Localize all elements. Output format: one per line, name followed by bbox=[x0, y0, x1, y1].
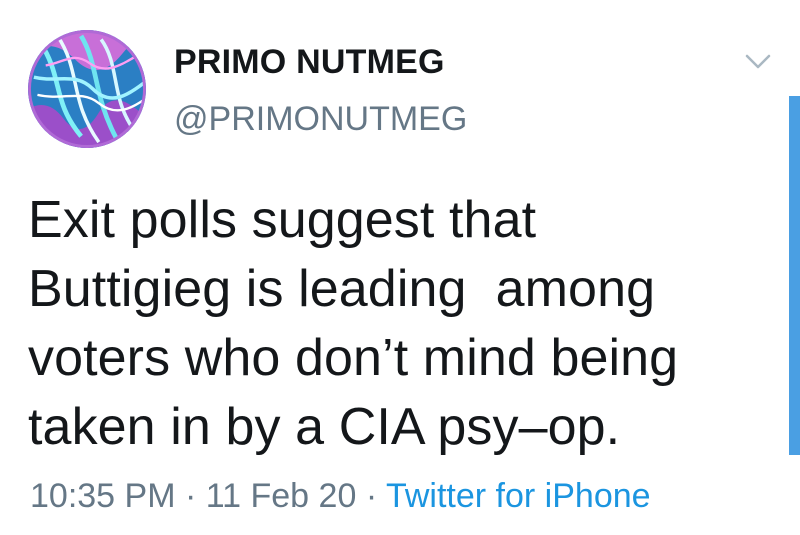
display-name[interactable]: PRIMO NUTMEG bbox=[174, 43, 445, 82]
meta-separator: · bbox=[365, 477, 378, 515]
scrollbar[interactable] bbox=[789, 96, 800, 455]
tweet-source-link[interactable]: Twitter for iPhone bbox=[386, 477, 651, 515]
tweet-text: Exit polls suggest that Buttigieg is lea… bbox=[28, 191, 679, 456]
user-handle[interactable]: @PRIMONUTMEG bbox=[174, 100, 467, 139]
tweet-card: PRIMO NUTMEG @PRIMONUTMEG Exit polls sug… bbox=[0, 0, 800, 535]
tweet-date[interactable]: 11 Feb 20 bbox=[206, 477, 357, 515]
avatar-image bbox=[28, 30, 146, 148]
avatar[interactable] bbox=[28, 30, 146, 148]
tweet-meta: 10:35 PM · 11 Feb 20 · Twitter for iPhon… bbox=[30, 477, 651, 516]
chevron-down-icon[interactable] bbox=[744, 50, 772, 72]
tweet-time[interactable]: 10:35 PM bbox=[30, 477, 176, 515]
meta-separator: · bbox=[184, 477, 197, 515]
